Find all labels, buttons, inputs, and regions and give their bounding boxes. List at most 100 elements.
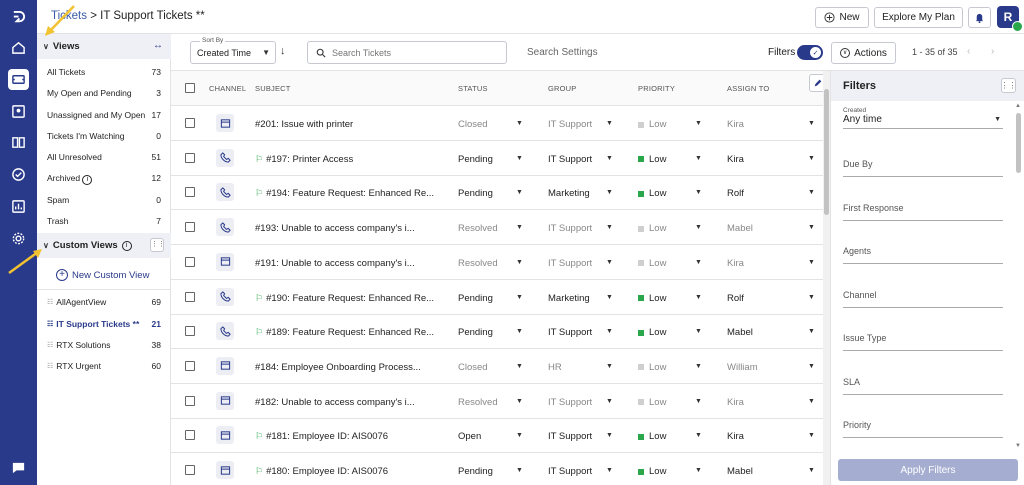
assignee-select[interactable]: Kira bbox=[727, 397, 744, 408]
ticket-subject-link[interactable]: #191: Unable to access company's i... bbox=[255, 258, 415, 269]
priority-select[interactable]: Low bbox=[638, 119, 666, 130]
status-select[interactable]: Closed bbox=[458, 119, 488, 130]
search-settings-link[interactable]: Search Settings bbox=[527, 47, 598, 58]
reports-icon[interactable] bbox=[8, 196, 29, 217]
group-select[interactable]: IT Support bbox=[548, 223, 592, 234]
ticket-subject-link[interactable]: ⚐ #189: Feature Request: Enhanced Re... bbox=[255, 327, 434, 338]
group-select[interactable]: IT Support bbox=[548, 397, 592, 408]
caret-down-icon[interactable]: ▼ bbox=[695, 363, 702, 370]
priority-select[interactable]: Low bbox=[638, 327, 666, 338]
status-select[interactable]: Pending bbox=[458, 466, 493, 477]
caret-down-icon[interactable]: ▼ bbox=[606, 294, 613, 301]
assignee-select[interactable]: Kira bbox=[727, 258, 744, 269]
ticket-subject-link[interactable]: ⚐ #181: Employee ID: AIS0076 bbox=[255, 431, 388, 442]
row-checkbox[interactable] bbox=[185, 187, 195, 198]
ticket-subject-link[interactable]: #201: Issue with printer bbox=[255, 119, 353, 130]
notifications-button[interactable] bbox=[968, 7, 991, 28]
status-select[interactable]: Pending bbox=[458, 188, 493, 199]
ticket-subject-link[interactable]: ⚐ #180: Employee ID: AIS0076 bbox=[255, 466, 388, 477]
home-icon[interactable] bbox=[8, 37, 29, 58]
caret-down-icon[interactable]: ▼ bbox=[808, 294, 815, 301]
caret-down-icon[interactable]: ▼ bbox=[516, 259, 523, 266]
caret-down-icon[interactable]: ▼ bbox=[516, 398, 523, 405]
apply-filters-button[interactable]: Apply Filters bbox=[838, 459, 1018, 481]
sort-by-select[interactable]: Sort By Created Time ▼ bbox=[190, 37, 276, 64]
caret-down-icon[interactable]: ▼ bbox=[606, 155, 613, 162]
caret-down-icon[interactable]: ▼ bbox=[606, 259, 613, 266]
caret-down-icon[interactable]: ▼ bbox=[695, 155, 702, 162]
row-checkbox[interactable] bbox=[185, 291, 195, 302]
filter-field-first-response[interactable]: First Response bbox=[843, 199, 1003, 221]
row-checkbox[interactable] bbox=[185, 430, 195, 441]
caret-down-icon[interactable]: ▼ bbox=[695, 294, 702, 301]
status-select[interactable]: Pending bbox=[458, 327, 493, 338]
filters-toggle[interactable]: ✓ bbox=[797, 45, 823, 60]
knowledge-base-icon[interactable] bbox=[8, 132, 29, 153]
ticket-subject-link[interactable]: #182: Unable to access company's i... bbox=[255, 397, 415, 408]
status-select[interactable]: Resolved bbox=[458, 397, 498, 408]
row-checkbox[interactable] bbox=[185, 326, 195, 337]
caret-down-icon[interactable]: ▼ bbox=[516, 120, 523, 127]
view-item-archived[interactable]: Archived i 12 bbox=[47, 173, 161, 185]
priority-select[interactable]: Low bbox=[638, 397, 666, 408]
assignee-select[interactable]: Kira bbox=[727, 154, 744, 165]
caret-down-icon[interactable]: ▼ bbox=[516, 224, 523, 231]
filter-field-priority[interactable]: Priority bbox=[843, 416, 1003, 438]
caret-down-icon[interactable]: ▼ bbox=[516, 328, 523, 335]
group-select[interactable]: IT Support bbox=[548, 258, 592, 269]
explore-plan-button[interactable]: Explore My Plan bbox=[874, 7, 963, 28]
table-row[interactable]: #193: Unable to access company's i... Res… bbox=[171, 210, 823, 246]
caret-down-icon[interactable]: ▼ bbox=[695, 467, 702, 474]
table-row[interactable]: ⚐ #194: Feature Request: Enhanced Re... Pe… bbox=[171, 175, 823, 211]
group-select[interactable]: Marketing bbox=[548, 188, 590, 199]
caret-down-icon[interactable]: ▼ bbox=[808, 432, 815, 439]
priority-select[interactable]: Low bbox=[638, 293, 666, 304]
caret-down-icon[interactable]: ▼ bbox=[808, 155, 815, 162]
ticket-subject-link[interactable]: #193: Unable to access company's i... bbox=[255, 223, 415, 234]
status-select[interactable]: Resolved bbox=[458, 223, 498, 234]
caret-down-icon[interactable]: ▼ bbox=[695, 328, 702, 335]
custom-view-item-it-support[interactable]: ☷ IT Support Tickets ** 21 bbox=[47, 319, 161, 329]
search-input[interactable] bbox=[332, 47, 502, 58]
tasks-icon[interactable] bbox=[8, 164, 29, 185]
caret-down-icon[interactable]: ▼ bbox=[808, 120, 815, 127]
table-row[interactable]: ⚐ #189: Feature Request: Enhanced Re... Pe… bbox=[171, 314, 823, 350]
group-select[interactable]: IT Support bbox=[548, 327, 592, 338]
column-header-status[interactable]: STATUS bbox=[458, 84, 488, 93]
status-select[interactable]: Resolved bbox=[458, 258, 498, 269]
assignee-select[interactable]: Mabel bbox=[727, 327, 753, 338]
view-item-all-tickets[interactable]: All Tickets 73 bbox=[47, 67, 161, 77]
caret-down-icon[interactable]: ▼ bbox=[516, 189, 523, 196]
collapse-arrows-icon[interactable]: ↔ bbox=[153, 40, 163, 51]
table-scrollbar[interactable] bbox=[823, 71, 830, 485]
priority-select[interactable]: Low bbox=[638, 188, 666, 199]
priority-select[interactable]: Low bbox=[638, 431, 666, 442]
select-all-checkbox[interactable] bbox=[185, 83, 195, 93]
table-row[interactable]: #201: Issue with printer Closed ▼ IT Suppor… bbox=[171, 106, 823, 141]
created-filter-select[interactable]: Created Any time ▼ bbox=[843, 107, 1003, 129]
table-row[interactable]: ⚐ #180: Employee ID: AIS0076 Pending ▼ IT Su… bbox=[171, 453, 823, 485]
sort-direction-arrow-icon[interactable]: ↓ bbox=[280, 45, 286, 57]
caret-down-icon[interactable]: ▼ bbox=[516, 432, 523, 439]
table-row[interactable]: #191: Unable to access company's i... Res… bbox=[171, 245, 823, 280]
status-select[interactable]: Pending bbox=[458, 154, 493, 165]
view-item-unassigned[interactable]: Unassigned and My Open 17 bbox=[47, 110, 161, 120]
caret-down-icon[interactable]: ▼ bbox=[516, 467, 523, 474]
custom-view-item-rtx-urgent[interactable]: ☷ RTX Urgent 60 bbox=[47, 361, 161, 371]
priority-select[interactable]: Low bbox=[638, 258, 666, 269]
assignee-select[interactable]: Rolf bbox=[727, 188, 744, 199]
filter-field-channel[interactable]: Channel bbox=[843, 286, 1003, 308]
caret-down-icon[interactable]: ▼ bbox=[516, 155, 523, 162]
caret-down-icon[interactable]: ▼ bbox=[606, 189, 613, 196]
table-row[interactable]: ⚐ #190: Feature Request: Enhanced Re... Pe… bbox=[171, 280, 823, 315]
group-select[interactable]: IT Support bbox=[548, 466, 592, 477]
caret-down-icon[interactable]: ▼ bbox=[606, 363, 613, 370]
row-checkbox[interactable] bbox=[185, 395, 195, 406]
user-avatar[interactable]: R bbox=[997, 6, 1023, 32]
tickets-icon[interactable] bbox=[8, 69, 29, 90]
column-header-group[interactable]: GROUP bbox=[548, 84, 577, 93]
caret-down-icon[interactable]: ▼ bbox=[516, 363, 523, 370]
column-header-assign-to[interactable]: ASSIGN TO bbox=[727, 84, 769, 93]
filter-field-issue-type[interactable]: Issue Type bbox=[843, 329, 1003, 351]
new-custom-view-button[interactable]: + New Custom View bbox=[56, 269, 149, 281]
